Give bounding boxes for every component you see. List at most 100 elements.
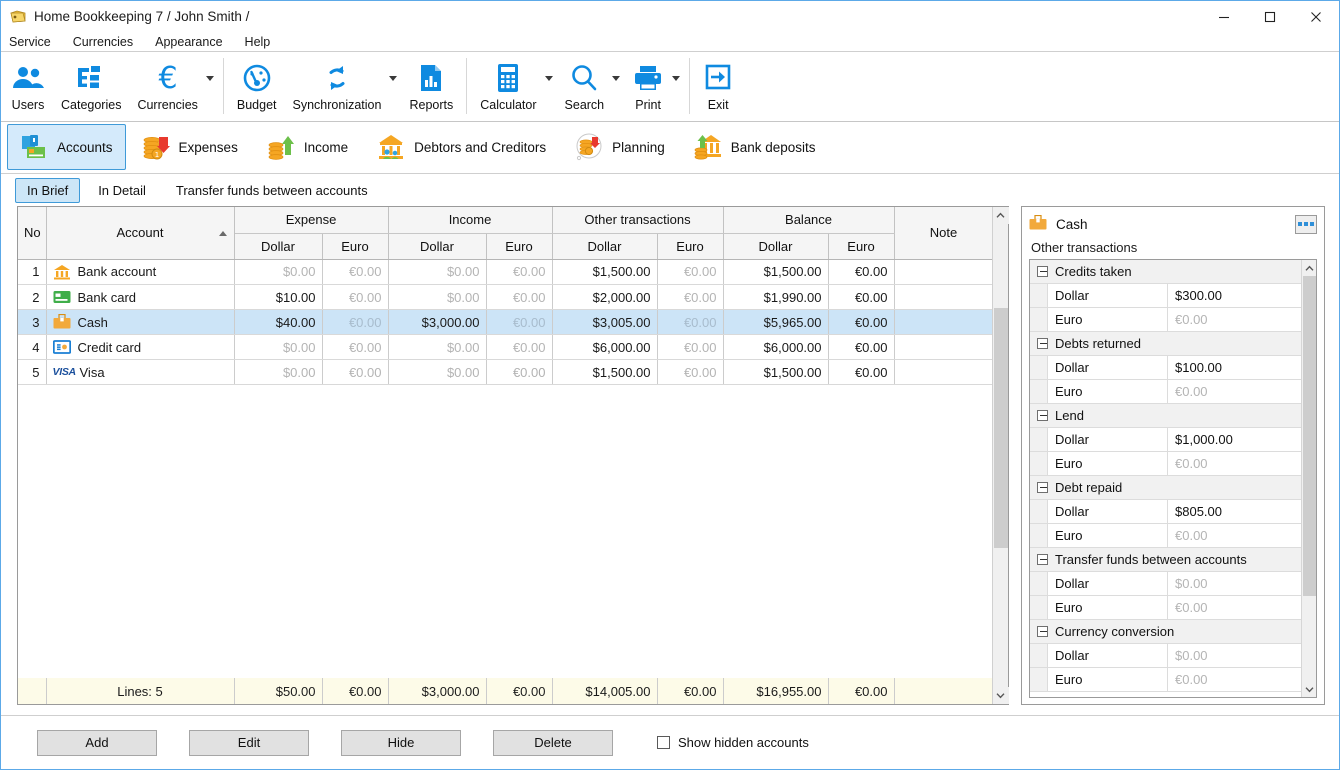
list-item[interactable]: Euro €0.00 [1030,668,1301,692]
grid-vertical-scrollbar[interactable] [992,207,1009,704]
scroll-down-icon[interactable] [1302,681,1317,697]
toolbar-button-calculator[interactable]: Calculator [472,55,544,112]
list-item[interactable]: Dollar $0.00 [1030,644,1301,668]
toolbar-button-categories[interactable]: Categories [53,55,129,112]
col-header-balance-euro[interactable]: Euro [828,233,895,260]
minimize-icon[interactable] [1201,1,1247,32]
list-item[interactable]: Euro €0.00 [1030,308,1301,332]
details-group-debts-returned[interactable]: Debts returned [1030,332,1301,356]
collapse-icon[interactable] [1037,338,1048,349]
cell-note [894,259,994,285]
scrollbar-track[interactable] [1302,276,1317,681]
section-tab-planning[interactable]: Planning [562,124,678,170]
list-item[interactable]: Dollar $300.00 [1030,284,1301,308]
table-row[interactable]: 3 Cash $40.00 €0.00 $3,000.00 €0.00 $3,0… [18,309,994,335]
col-header-other-euro[interactable]: Euro [657,233,724,260]
menu-item-appearance[interactable]: Appearance [155,35,233,49]
section-tab-income[interactable]: Income [254,124,361,170]
menu-item-currencies[interactable]: Currencies [73,35,144,49]
details-group-debt-repaid[interactable]: Debt repaid [1030,476,1301,500]
col-header-income[interactable]: Income [388,207,553,234]
details-vertical-scrollbar[interactable] [1301,260,1316,697]
toolbar-button-reports[interactable]: Reports [401,55,461,112]
details-currency-value: $805.00 [1175,504,1222,519]
footer-cell-blank [18,678,47,704]
edit-button[interactable]: Edit [189,729,309,756]
col-header-no[interactable]: No [18,207,47,260]
collapse-icon[interactable] [1037,482,1048,493]
toolbar-button-exit[interactable]: Exit [695,55,741,112]
sub-tab-in-brief[interactable]: In Brief [15,177,81,203]
footer-cell-lines: Lines: 5 [46,678,235,704]
toolbar-button-budget[interactable]: Budget [229,55,285,112]
toolbar-button-currencies[interactable]: € Currencies [129,55,205,112]
menu-item-service[interactable]: Service [9,35,62,49]
scrollbar-thumb[interactable] [993,308,1008,548]
table-row[interactable]: 2 Bank card $10.00 €0.00 $0.00 €0.00 $2,… [18,284,994,310]
section-tab-bank-deposits[interactable]: Bank deposits [681,124,829,170]
section-tab-accounts[interactable]: Accounts [7,124,126,170]
list-item[interactable]: Dollar $805.00 [1030,500,1301,524]
menu-item-help[interactable]: Help [245,35,282,49]
toolbar-dropdown-print[interactable] [672,59,684,97]
toolbar-dropdown-calculator[interactable] [544,59,557,97]
close-icon[interactable] [1293,1,1339,32]
maximize-icon[interactable] [1247,1,1293,32]
toolbar-button-users[interactable]: Users [3,55,53,112]
list-item[interactable]: Dollar $1,000.00 [1030,428,1301,452]
collapse-icon[interactable] [1037,554,1048,565]
hide-button[interactable]: Hide [341,729,461,756]
expenses-icon: 1 [142,133,170,161]
col-header-income-dollar[interactable]: Dollar [388,233,487,260]
more-options-icon[interactable] [1295,214,1317,234]
col-header-expense-euro[interactable]: Euro [322,233,389,260]
collapse-icon[interactable] [1037,626,1048,637]
collapse-icon[interactable] [1037,410,1048,421]
col-header-account[interactable]: Account [46,207,235,260]
col-header-balance[interactable]: Balance [723,207,895,234]
list-item[interactable]: Euro €0.00 [1030,380,1301,404]
collapse-icon[interactable] [1037,266,1048,277]
details-group-currency-conversion[interactable]: Currency conversion [1030,620,1301,644]
delete-button[interactable]: Delete [493,729,613,756]
planning-icon [575,133,603,161]
sub-tab-transfer-funds[interactable]: Transfer funds between accounts [164,178,380,203]
table-row[interactable]: 4 Credit card $0.00 €0.00 $0.00 €0.00 $6… [18,334,994,360]
sub-tab-in-detail[interactable]: In Detail [86,178,158,203]
section-tab-expenses[interactable]: 1 Expenses [129,124,251,170]
col-header-income-euro[interactable]: Euro [486,233,553,260]
col-header-expense-dollar[interactable]: Dollar [234,233,323,260]
col-header-expense[interactable]: Expense [234,207,389,234]
details-group-transfer-funds[interactable]: Transfer funds between accounts [1030,548,1301,572]
section-tab-debtors-and-creditors[interactable]: Debtors and Creditors [364,124,559,170]
col-header-other-dollar[interactable]: Dollar [552,233,658,260]
col-header-account-label: Account [116,225,164,241]
list-item[interactable]: Euro €0.00 [1030,452,1301,476]
col-header-other-transactions[interactable]: Other transactions [552,207,724,234]
toolbar-button-search[interactable]: Search [557,55,613,112]
checkbox-box[interactable] [657,736,670,749]
list-item[interactable]: Dollar $100.00 [1030,356,1301,380]
list-item[interactable]: Euro €0.00 [1030,596,1301,620]
list-item[interactable]: Euro €0.00 [1030,524,1301,548]
add-button[interactable]: Add [37,729,157,756]
show-hidden-accounts-checkbox[interactable]: Show hidden accounts [657,735,809,750]
details-group-credits-taken[interactable]: Credits taken [1030,260,1301,284]
col-header-balance-dollar[interactable]: Dollar [723,233,829,260]
toolbar-dropdown-synchronization[interactable] [389,59,401,97]
col-header-note[interactable]: Note [894,207,994,260]
list-item[interactable]: Dollar $0.00 [1030,572,1301,596]
toolbar-dropdown-search[interactable] [612,59,624,97]
scroll-up-icon[interactable] [992,207,1009,224]
scroll-up-icon[interactable] [1302,260,1317,276]
toolbar-dropdown-currencies[interactable] [205,59,218,97]
scrollbar-track[interactable] [993,224,1009,687]
scroll-down-icon[interactable] [992,687,1009,704]
table-row[interactable]: 1 Bank account $0.00 €0.00 $0.00 €0.00 $… [18,259,994,285]
table-row[interactable]: 5 VISA Visa $0.00 €0.00 $0.00 €0.00 $1,5… [18,359,994,385]
toolbar-button-print[interactable]: Print [624,55,672,112]
toolbar-button-synchronization[interactable]: Synchronization [285,55,390,112]
details-group-lend[interactable]: Lend [1030,404,1301,428]
details-group-label: Lend [1055,408,1084,423]
scrollbar-thumb[interactable] [1302,276,1316,596]
